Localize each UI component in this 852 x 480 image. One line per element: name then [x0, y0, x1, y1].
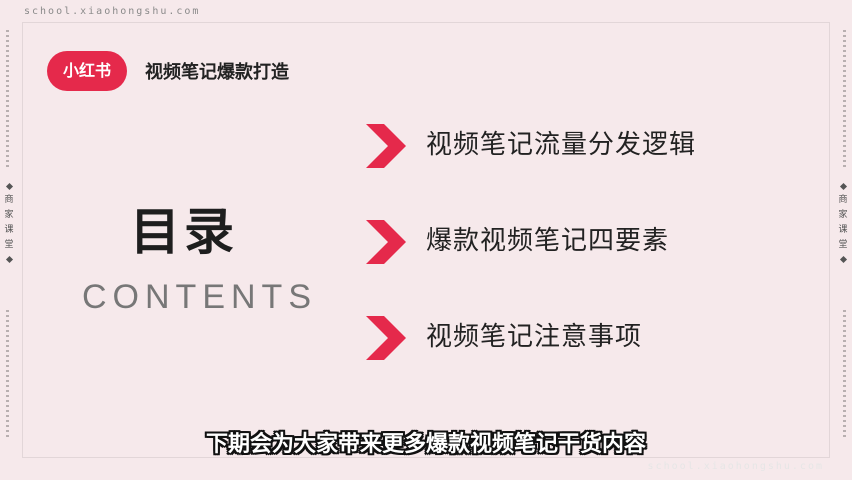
chevron-right-icon [366, 316, 406, 360]
side-dots-left-bottom [6, 310, 9, 440]
diamond-icon [5, 255, 13, 264]
site-url-top: school.xiaohongshu.com [24, 6, 201, 17]
diamond-icon [5, 182, 13, 191]
toc-subtitle: CONTENTS [82, 278, 317, 316]
side-dots-right-bottom [843, 310, 846, 440]
toc-item-label: 视频笔记注意事项 [426, 322, 643, 352]
site-url-bottom: school.xiaohongshu.com [647, 461, 824, 472]
video-subtitle-caption: 下期会为大家带来更多爆款视频笔记干货内容 [205, 432, 646, 457]
side-dots-left-top [6, 30, 9, 170]
side-label-left: 商 家 课 堂 [4, 180, 14, 266]
toc-title: 目录 [130, 203, 238, 261]
side-label-right: 商 家 课 堂 [838, 180, 848, 266]
toc-item-label: 爆款视频笔记四要素 [426, 226, 670, 256]
header-title: 视频笔记爆款打造 [145, 62, 289, 83]
diamond-icon [839, 182, 847, 191]
chevron-right-icon [366, 220, 406, 264]
xiaohongshu-logo: 小红书 [47, 51, 127, 91]
chevron-right-icon [366, 124, 406, 168]
toc-item-label: 视频笔记流量分发逻辑 [426, 130, 697, 160]
diamond-icon [839, 255, 847, 264]
side-dots-right-top [843, 30, 846, 170]
slide: school.xiaohongshu.com 商 家 课 堂 商 家 课 堂 小… [0, 0, 852, 480]
